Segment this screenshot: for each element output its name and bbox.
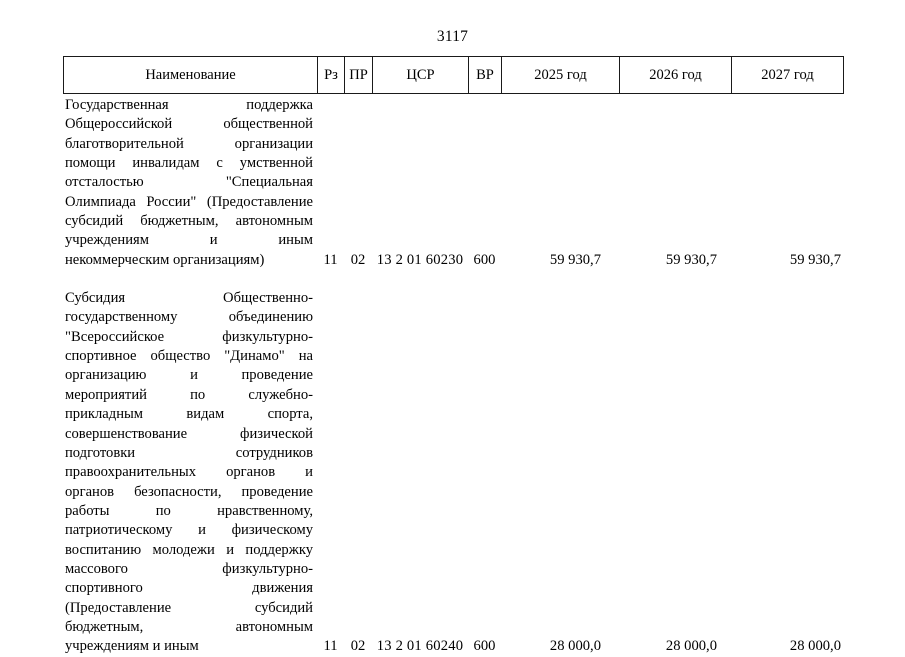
table-row: Государственная поддержка Общероссийской … xyxy=(63,96,844,270)
row-value-2026: 59 930,7 xyxy=(665,251,717,268)
text-line: помощи инвалидам с умственной xyxy=(65,155,313,172)
row-value-2025: 59 930,7 xyxy=(549,251,601,268)
row-pr-cell: 02 xyxy=(350,251,366,268)
text-line: субсидий бюджетным, автономным xyxy=(65,213,313,230)
row-rz-cell: 11 xyxy=(323,251,338,268)
text-line: отсталостью "Специальная xyxy=(65,174,313,191)
column-header-vr: ВР xyxy=(469,57,502,93)
text-line: Государственная поддержка xyxy=(65,97,313,113)
text-line: прикладным видам спорта, xyxy=(65,406,313,423)
text-line: некоммерческим организациям) xyxy=(65,251,265,268)
row-value-2025: 28 000,0 xyxy=(549,638,601,655)
text-line: воспитанию молодежи и поддержку xyxy=(65,541,313,558)
text-line: благотворительной организации xyxy=(65,135,313,152)
column-header-pr: ПР xyxy=(345,57,373,93)
text-line: подготовки сотрудников xyxy=(65,444,313,461)
row-vr-cell: 600 xyxy=(473,638,496,655)
text-line: органов безопасности, проведение xyxy=(65,483,313,500)
table-body: Государственная поддержка Общероссийской … xyxy=(63,96,844,657)
row-value-2026: 28 000,0 xyxy=(665,638,717,655)
text-line: спортивного движения xyxy=(65,580,313,597)
text-line: правоохранительных органов и xyxy=(65,464,313,481)
text-line: "Всероссийское физкультурно- xyxy=(65,328,313,345)
text-line: Субсидия Общественно- xyxy=(65,290,313,307)
text-line: организацию и проведение xyxy=(65,367,313,384)
row-csr-cell: 13 2 01 60240 xyxy=(376,638,464,655)
column-header-year-2027: 2027 год xyxy=(761,66,814,83)
text-line: бюджетным, автономным xyxy=(65,618,313,635)
page-number: 3117 xyxy=(436,28,469,45)
text-line: работы по нравственному, xyxy=(65,502,313,519)
row-name-cell: Государственная поддержка Общероссийской … xyxy=(63,96,317,270)
row-csr-cell: 13 2 01 60230 xyxy=(376,251,464,268)
text-line: массового физкультурно- xyxy=(65,560,313,577)
column-header-rz: Рз xyxy=(318,57,345,93)
text-line: учреждениям и иным xyxy=(65,638,199,655)
column-header-year-2026: 2026 год xyxy=(620,57,732,93)
text-line: Общероссийской общественной xyxy=(65,116,313,133)
row-pr-cell: 02 xyxy=(350,638,366,655)
column-header-name: Наименование xyxy=(64,57,318,93)
row-value-2027: 28 000,0 xyxy=(789,638,841,655)
row-value-2027: 59 930,7 xyxy=(789,251,841,268)
text-line: мероприятий по служебно- xyxy=(65,386,313,403)
text-line: учреждениям и иным xyxy=(65,232,313,249)
row-vr-cell: 600 xyxy=(473,251,496,268)
text-line: спортивное общество "Динамо" на xyxy=(65,348,313,365)
table-row: Субсидия Общественно-государственному об… xyxy=(63,289,844,657)
text-line: совершенствование физической xyxy=(65,425,313,442)
table-header-row: Наименование Рз ПР ЦСР ВР 2025 год 2026 … xyxy=(63,56,844,94)
row-rz-cell: 11 xyxy=(323,638,338,655)
text-line: (Предоставление субсидий xyxy=(65,599,313,616)
row-name-cell: Субсидия Общественно-государственному об… xyxy=(63,289,317,657)
text-line: патриотическому и физическому xyxy=(65,522,313,539)
column-header-csr: ЦСР xyxy=(373,57,469,93)
text-line: государственному объединению xyxy=(65,309,313,326)
text-line: Олимпиада России" (Предоставление xyxy=(65,193,313,210)
document-page: 3117 Наименование Рз ПР ЦСР ВР 2025 год … xyxy=(0,0,905,654)
column-header-year-2025: 2025 год xyxy=(502,57,620,93)
